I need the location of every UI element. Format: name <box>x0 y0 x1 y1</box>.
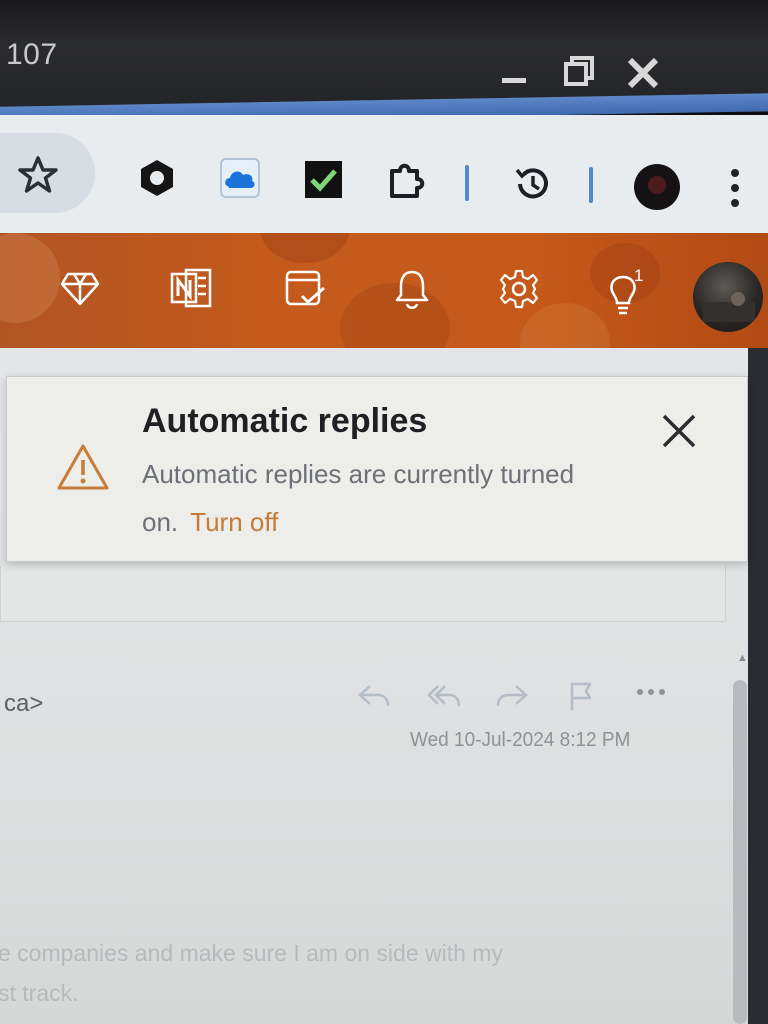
account-avatar[interactable] <box>693 262 763 332</box>
turn-off-link[interactable]: Turn off <box>190 507 278 537</box>
avatar-photo-detail <box>731 292 745 306</box>
header-decoration <box>520 303 610 350</box>
minimize-icon[interactable] <box>498 52 538 92</box>
todo-check-icon[interactable] <box>304 160 344 200</box>
more-actions-icon[interactable] <box>634 686 670 698</box>
camera-extension-icon[interactable] <box>138 159 176 197</box>
header-decoration <box>260 233 350 263</box>
avatar-photo-detail <box>703 302 755 322</box>
toolbar-divider <box>465 165 469 201</box>
scroll-up-arrow[interactable]: ▲ <box>737 652 748 664</box>
calendar-check-icon[interactable] <box>284 268 328 310</box>
tips-badge: 1 <box>634 266 644 285</box>
menu-dots-icon[interactable] <box>728 167 742 211</box>
reply-icon[interactable] <box>356 680 392 710</box>
extensions-puzzle-icon[interactable] <box>384 158 428 202</box>
premium-diamond-icon[interactable] <box>60 268 100 308</box>
close-banner-icon[interactable] <box>660 412 698 450</box>
profile-icon[interactable] <box>634 164 680 210</box>
forward-icon[interactable] <box>494 680 530 710</box>
settings-gear-icon[interactable] <box>498 268 540 310</box>
scrollbar[interactable] <box>733 680 747 1024</box>
restore-icon[interactable] <box>560 52 600 92</box>
onenote-icon[interactable] <box>170 266 214 310</box>
reading-pane-header-strip <box>0 566 726 622</box>
banner-message: Automatic replies are currently turned o… <box>142 450 612 546</box>
message-date: Wed 10-Jul-2024 8:12 PM <box>410 729 631 751</box>
tab-title-fragment[interactable]: 107 <box>6 38 58 72</box>
screen-bezel-edge <box>748 348 768 1024</box>
sender-address-fragment: ca> <box>4 690 44 717</box>
browser-toolbar <box>0 115 768 235</box>
star-icon[interactable] <box>18 155 58 195</box>
banner-title: Automatic replies <box>142 402 428 440</box>
reply-all-icon[interactable] <box>426 680 462 710</box>
bell-icon[interactable] <box>392 268 432 312</box>
warning-icon <box>57 444 109 490</box>
header-decoration <box>0 233 60 323</box>
flag-icon[interactable] <box>566 680 596 712</box>
close-window-icon[interactable] <box>624 52 664 92</box>
onedrive-cloud-icon[interactable] <box>220 158 260 198</box>
history-icon[interactable] <box>512 164 552 204</box>
outlook-header-bar <box>0 233 768 350</box>
message-body-line: e companies and make sure I am on side w… <box>0 940 503 966</box>
message-body-line: st track. <box>0 980 79 1006</box>
toolbar-divider <box>589 167 593 203</box>
